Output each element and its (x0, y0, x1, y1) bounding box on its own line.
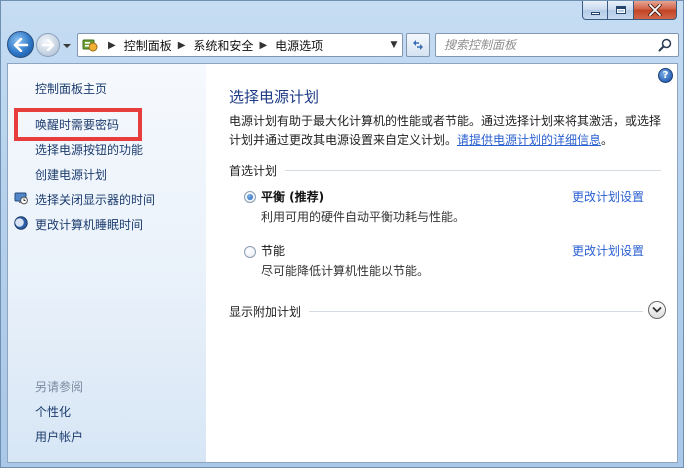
monitor-clock-icon (14, 192, 28, 205)
see-also-personalization[interactable]: 个性化 (35, 403, 71, 420)
chevron-down-icon: ▼ (390, 40, 398, 50)
plan-power-saver-change-settings-link[interactable]: 更改计划设置 (572, 242, 644, 259)
control-panel-window: ▶ 控制面板 ▶ 系统和安全 ▶ 电源选项 ▼ 搜索控制面板 控制面板主页 唤醒… (0, 0, 684, 468)
content-area: 控制面板主页 唤醒时需要密码 选择电源按钮的功能 创建电源计划 选择关闭显示器的… (7, 63, 678, 463)
sidebar-item-display-off-time[interactable]: 选择关闭显示器的时间 (35, 191, 155, 208)
page-title: 选择电源计划 (229, 88, 320, 106)
plan-power-saver-radio[interactable] (244, 246, 256, 258)
close-button[interactable] (634, 1, 677, 20)
forward-arrow-icon (41, 39, 55, 51)
breadcrumb-control-panel[interactable]: 控制面板 (124, 37, 172, 54)
minimize-button[interactable] (582, 1, 608, 20)
chevron-down-icon (652, 307, 662, 313)
additional-plans-header[interactable]: 显示附加计划 (229, 303, 643, 320)
chevron-right-icon: ▶ (108, 39, 116, 51)
search-icon (658, 38, 672, 52)
address-dropdown-button[interactable]: ▼ (386, 34, 402, 56)
sidebar-item-power-buttons[interactable]: 选择电源按钮的功能 (35, 141, 143, 158)
control-panel-icon (80, 35, 102, 55)
breadcrumb-system-security[interactable]: 系统和安全 (193, 37, 253, 54)
plan-power-saver-name[interactable]: 节能 (261, 242, 285, 259)
additional-plans-label: 显示附加计划 (229, 305, 302, 319)
preferred-plans-header: 首选计划 (229, 162, 661, 179)
plan-power-saver-description: 尽可能降低计算机性能以节能。 (261, 264, 430, 278)
refresh-button[interactable] (406, 33, 430, 57)
maximize-button[interactable] (608, 1, 634, 20)
chevron-right-icon: ▶ (177, 39, 186, 51)
back-button[interactable] (7, 31, 34, 58)
plan-details-link[interactable]: 请提供电源计划的详细信息 (457, 133, 601, 147)
plan-balanced-name[interactable]: 平衡 (推荐) (261, 188, 324, 205)
close-icon (648, 4, 662, 16)
expand-additional-plans-button[interactable] (648, 301, 666, 319)
sidebar-item-sleep-time[interactable]: 更改计算机睡眠时间 (35, 216, 143, 233)
recent-pages-button[interactable] (62, 40, 72, 50)
search-input[interactable] (444, 38, 644, 52)
caption-buttons (582, 1, 677, 21)
maximize-icon (615, 6, 626, 14)
refresh-icon (413, 40, 423, 50)
see-also-user-accounts[interactable]: 用户帐户 (35, 428, 83, 445)
back-arrow-icon (13, 37, 28, 52)
main-panel: ? 选择电源计划 电源计划有助于最大化计算机的性能或者节能。通过选择计划来将其激… (206, 64, 677, 462)
moon-icon (14, 216, 28, 230)
help-button[interactable]: ? (658, 68, 673, 83)
address-bar[interactable]: ▶ 控制面板 ▶ 系统和安全 ▶ 电源选项 ▼ (77, 33, 403, 57)
navigation-bar: ▶ 控制面板 ▶ 系统和安全 ▶ 电源选项 ▼ (7, 31, 679, 59)
description-end: 。 (601, 133, 614, 147)
chevron-right-icon: ▶ (259, 39, 268, 51)
see-also-title: 另请参阅 (35, 380, 84, 394)
section-divider (285, 170, 661, 171)
sidebar-item-home[interactable]: 控制面板主页 (35, 80, 107, 97)
preferred-plans-label: 首选计划 (229, 164, 278, 178)
forward-button[interactable] (36, 33, 60, 57)
sidebar-item-create-plan[interactable]: 创建电源计划 (35, 166, 107, 183)
plan-balanced-description: 利用可用的硬件自动平衡功耗与性能。 (261, 210, 466, 224)
sidebar-item-require-password[interactable]: 唤醒时需要密码 (35, 116, 119, 133)
section-divider (309, 311, 643, 312)
plan-balanced-change-settings-link[interactable]: 更改计划设置 (572, 188, 644, 205)
chevron-down-icon (63, 44, 71, 48)
sidebar: 控制面板主页 唤醒时需要密码 选择电源按钮的功能 创建电源计划 选择关闭显示器的… (8, 64, 206, 462)
search-box[interactable] (435, 33, 679, 57)
breadcrumb-power-options[interactable]: 电源选项 (275, 37, 323, 54)
page-description: 电源计划有助于最大化计算机的性能或者节能。通过选择计划来将其激活，或选择计划并通… (229, 112, 669, 150)
plan-balanced-radio[interactable] (244, 191, 256, 203)
minimize-icon (590, 11, 600, 15)
